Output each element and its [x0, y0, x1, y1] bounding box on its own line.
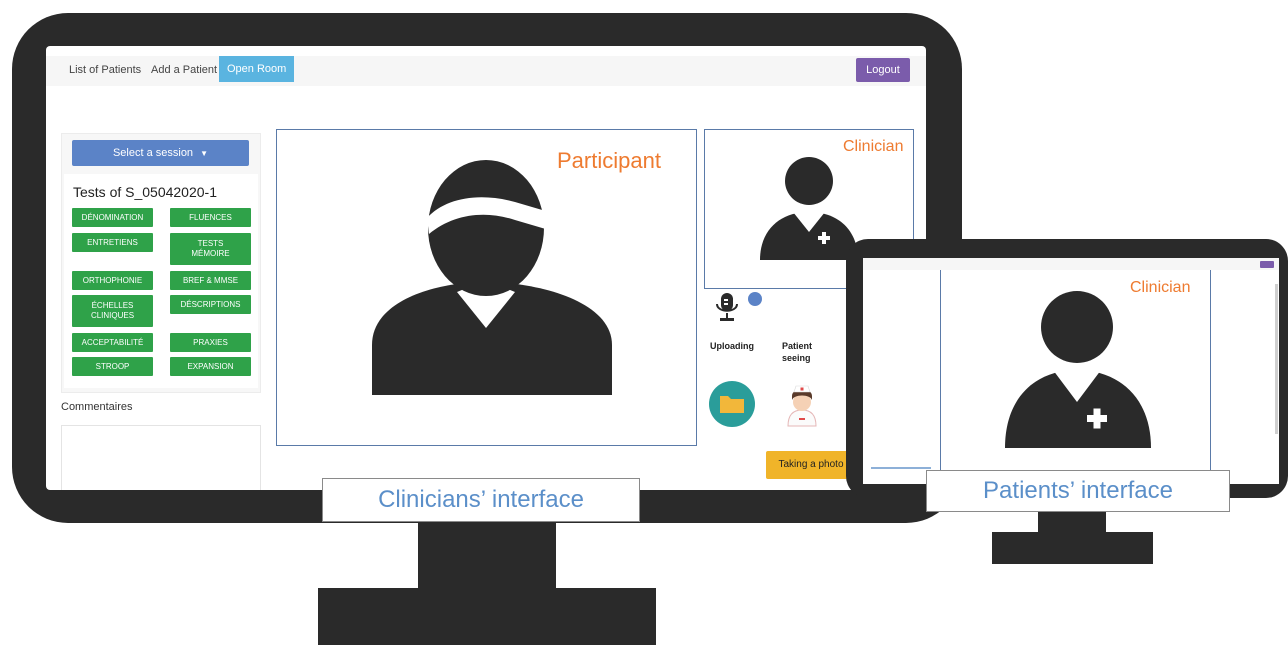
patient-clinician-video: Clinician	[940, 270, 1211, 484]
patient-logout-button[interactable]	[1260, 261, 1274, 268]
uploading-label: Uploading	[710, 341, 754, 351]
patient-screen: Clinician	[863, 258, 1279, 484]
test-button-denomination[interactable]: DÉNOMINATION	[72, 208, 153, 227]
test-button-echelles-cliniques[interactable]: ÉCHELLES CLINIQUES	[72, 295, 153, 327]
taking-photo-button[interactable]: Taking a photo	[766, 451, 856, 479]
microphone-icon[interactable]	[716, 291, 766, 323]
patient-monitor-base	[992, 532, 1153, 564]
participant-video: Participant	[276, 129, 697, 446]
tests-panel: Tests of S_05042020-1 DÉNOMINATION FLUEN…	[64, 174, 258, 388]
clinician-monitor-base	[318, 588, 656, 645]
clinicians-interface-caption: Clinicians’ interface	[322, 478, 640, 522]
logout-button[interactable]: Logout	[856, 58, 910, 82]
nav-add-patient[interactable]: Add a Patient	[151, 64, 217, 76]
comments-textarea[interactable]	[61, 425, 261, 490]
comments-label: Commentaires	[61, 401, 133, 413]
test-button-fluences[interactable]: FLUENCES	[170, 208, 251, 227]
test-button-acceptabilite[interactable]: ACCEPTABILITÉ	[72, 333, 153, 352]
patient-scrollbar[interactable]	[1275, 284, 1278, 434]
test-button-stroop[interactable]: STROOP	[72, 357, 153, 376]
test-button-orthophonie[interactable]: ORTHOPHONIE	[72, 271, 153, 290]
nav-open-room[interactable]: Open Room	[219, 56, 295, 82]
clinician-monitor-neck	[418, 522, 556, 589]
test-button-entretiens[interactable]: ENTRETIENS	[72, 233, 153, 252]
patient-navbar	[863, 258, 1279, 270]
test-button-tests-memoire[interactable]: TESTS MÉMOIRE	[170, 233, 251, 265]
nav-list-patients[interactable]: List of Patients	[69, 64, 141, 76]
test-button-expansion[interactable]: EXPANSION	[170, 357, 251, 376]
clinician-icon	[1005, 291, 1151, 448]
select-session-label: Select a session	[112, 147, 194, 159]
nurse-icon	[787, 385, 817, 427]
patient-seeing-label: Patient seeing	[782, 341, 813, 363]
patient-self-view-edge	[871, 467, 931, 469]
patients-interface-caption: Patients’ interface	[926, 470, 1230, 512]
test-button-bref-mmse[interactable]: BREF & MMSE	[170, 271, 251, 290]
caret-down-icon: ▼	[200, 149, 209, 158]
select-session-dropdown[interactable]: Select a session ▼	[72, 140, 249, 166]
tests-title: Tests of S_05042020-1	[73, 184, 217, 200]
clinician-screen: List of Patients Add a Patient Open Room…	[46, 46, 926, 490]
test-button-descriptions[interactable]: DÉSCRIPTIONS	[170, 295, 251, 314]
folder-icon[interactable]	[708, 380, 756, 428]
test-button-praxies[interactable]: PRAXIES	[170, 333, 251, 352]
session-panel: Select a session ▼ Tests of S_05042020-1…	[61, 133, 261, 393]
top-navbar: List of Patients Add a Patient Open Room…	[46, 56, 926, 86]
person-icon	[372, 160, 612, 395]
